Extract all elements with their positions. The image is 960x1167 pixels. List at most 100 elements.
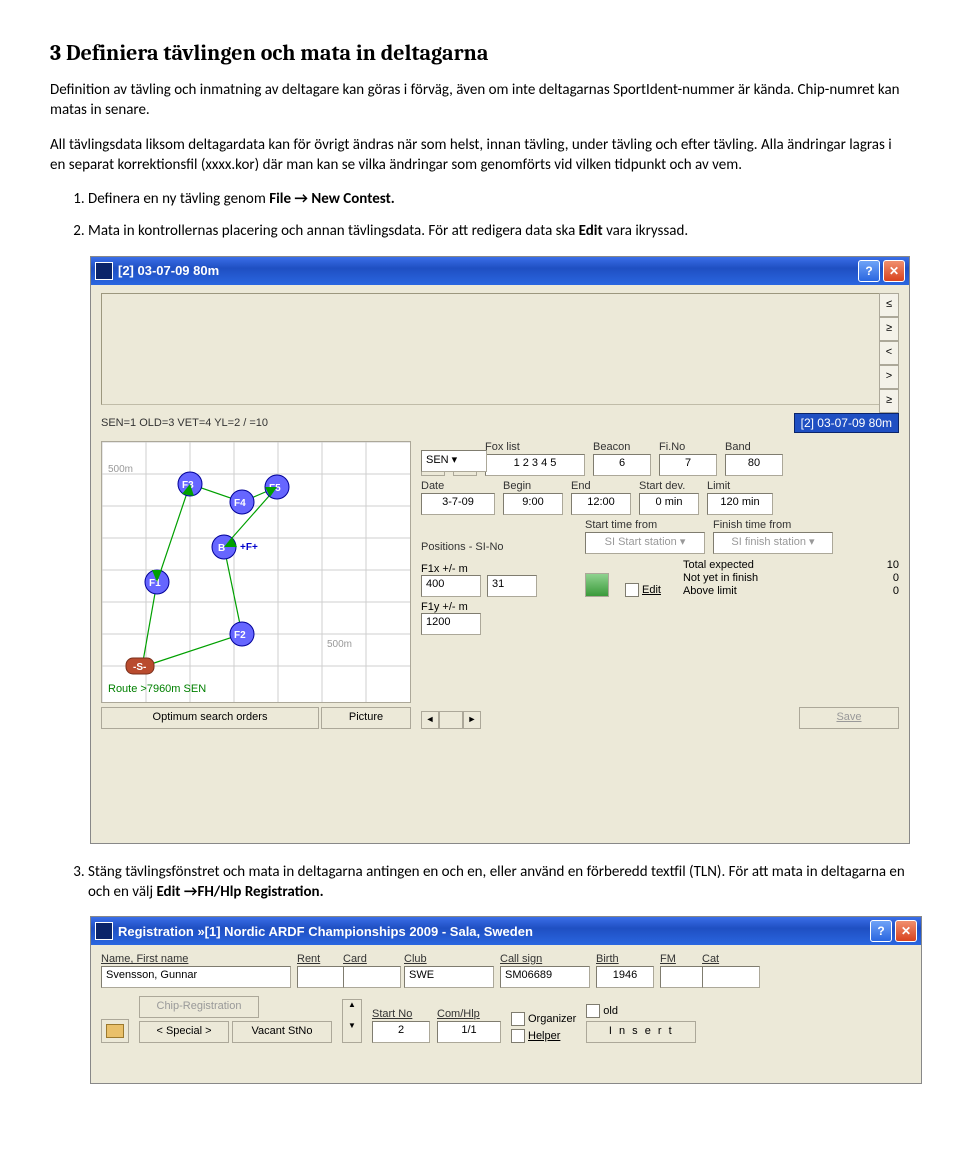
club-label: Club bbox=[404, 953, 494, 965]
beacon-field[interactable]: 6 bbox=[593, 454, 651, 476]
fm-label: FM bbox=[660, 953, 696, 965]
startdev-label: Start dev. bbox=[639, 480, 699, 492]
optimum-search-button[interactable]: Optimum search orders bbox=[101, 707, 319, 729]
stat1-label: Total expected bbox=[683, 559, 754, 571]
stat3-label: Above limit bbox=[683, 585, 737, 597]
step-3: Stäng tävlingsfönstret och mata in delta… bbox=[88, 862, 910, 903]
contest-dialog: [2] 03-07-09 80m ? ✕ ≤ ≥ < > ≥ SEN=1 OLD… bbox=[90, 256, 910, 844]
name-label: Name, First name bbox=[101, 953, 291, 965]
startno-field[interactable]: 2 bbox=[372, 1021, 430, 1043]
svg-text:+F+: +F+ bbox=[240, 542, 258, 553]
step-2: Mata in kontrollernas placering och anna… bbox=[88, 221, 910, 241]
finishfrom-field: SI finish station ▾ bbox=[713, 532, 833, 554]
f1x-b-field[interactable]: 31 bbox=[487, 575, 537, 597]
close-button[interactable]: ✕ bbox=[883, 260, 905, 282]
birth-field[interactable]: 1946 bbox=[596, 966, 654, 988]
startdev-field[interactable]: 0 min bbox=[639, 493, 699, 515]
begin-label: Begin bbox=[503, 480, 563, 492]
cat-label: Cat bbox=[702, 953, 746, 965]
startfrom-field: SI Start station ▾ bbox=[585, 532, 705, 554]
stat2-label: Not yet in finish bbox=[683, 572, 758, 584]
special-button[interactable]: < Special > bbox=[139, 1021, 229, 1043]
step-1: Definera en ny tävling genom File → New … bbox=[88, 189, 910, 209]
comhlp-label: Com/Hlp bbox=[437, 1008, 501, 1020]
reg-title: Registration »[1] Nordic ARDF Championsh… bbox=[118, 924, 533, 939]
close-button[interactable]: ✕ bbox=[895, 920, 917, 942]
svg-text:F4: F4 bbox=[234, 498, 246, 509]
old-checkbox[interactable]: old bbox=[586, 1004, 696, 1018]
vacant-button[interactable]: Vacant StNo bbox=[232, 1021, 332, 1043]
band-label: Band bbox=[725, 441, 783, 453]
side-btn-3[interactable]: > bbox=[879, 365, 899, 389]
svg-text:500m: 500m bbox=[327, 639, 352, 650]
f1y-label: F1y +/- m bbox=[421, 601, 577, 613]
rent-label: Rent bbox=[297, 953, 337, 965]
call-label: Call sign bbox=[500, 953, 590, 965]
equation-label: SEN=1 OLD=3 VET=4 YL=2 / =10 bbox=[101, 417, 268, 429]
spinner[interactable]: ▲▼ bbox=[342, 999, 362, 1043]
help-button[interactable]: ? bbox=[858, 260, 880, 282]
name-field[interactable]: Svensson, Gunnar bbox=[101, 966, 291, 988]
svg-text:B: B bbox=[218, 543, 225, 554]
side-button-column: ≤ ≥ < > ≥ bbox=[879, 293, 899, 413]
beacon-label: Beacon bbox=[593, 441, 651, 453]
app-icon bbox=[95, 262, 113, 280]
call-field[interactable]: SM06689 bbox=[500, 966, 590, 988]
insert-button[interactable]: I n s e r t bbox=[586, 1021, 696, 1043]
fino-label: Fi.No bbox=[659, 441, 717, 453]
fino-field[interactable]: 7 bbox=[659, 454, 717, 476]
foxlist-label: Fox list bbox=[485, 441, 585, 453]
f1x-a-field[interactable]: 400 bbox=[421, 575, 481, 597]
card-field[interactable] bbox=[343, 966, 401, 988]
top-list-area bbox=[101, 293, 899, 405]
side-btn-2[interactable]: < bbox=[879, 341, 899, 365]
paragraph-1: Definition av tävling och inmatning av d… bbox=[50, 80, 910, 121]
stat1-value: 10 bbox=[887, 559, 899, 571]
save-button: Save bbox=[799, 707, 899, 729]
side-btn-4[interactable]: ≥ bbox=[879, 389, 899, 413]
club-field[interactable]: SWE bbox=[404, 966, 494, 988]
open-file-button[interactable] bbox=[101, 1019, 129, 1043]
side-btn-1[interactable]: ≥ bbox=[879, 317, 899, 341]
helper-checkbox[interactable]: Helper bbox=[511, 1029, 576, 1043]
f1y-a-field[interactable]: 1200 bbox=[421, 613, 481, 635]
positions-label: Positions - SI-No bbox=[421, 541, 577, 553]
date-field[interactable]: 3-7-09 bbox=[421, 493, 495, 515]
app-icon bbox=[95, 922, 113, 940]
edit-checkbox[interactable]: Edit bbox=[625, 583, 661, 597]
limit-label: Limit bbox=[707, 480, 773, 492]
reg-titlebar: Registration »[1] Nordic ARDF Championsh… bbox=[91, 917, 921, 945]
chip-reg-button: Chip-Registration bbox=[139, 996, 259, 1018]
route-text: Route >7960m SEN bbox=[108, 683, 206, 695]
sen-dropdown[interactable]: SEN ▾ bbox=[421, 450, 487, 472]
startfrom-label: Start time from bbox=[585, 519, 705, 531]
band-field[interactable]: 80 bbox=[725, 454, 783, 476]
organizer-checkbox[interactable]: Organizer bbox=[511, 1012, 576, 1026]
svg-text:500m: 500m bbox=[108, 464, 133, 475]
fox-map: 500m 500m -S- F1 F3 F4 F5 B +F+ F2 Route… bbox=[101, 441, 411, 703]
registration-dialog: Registration »[1] Nordic ARDF Championsh… bbox=[90, 916, 922, 1084]
begin-field[interactable]: 9:00 bbox=[503, 493, 563, 515]
end-field[interactable]: 12:00 bbox=[571, 493, 631, 515]
foxlist-field[interactable]: 1 2 3 4 5 bbox=[485, 454, 585, 476]
h-scroll[interactable]: ◄► bbox=[421, 711, 481, 729]
paragraph-2: All tävlingsdata liksom deltagardata kan… bbox=[50, 135, 910, 176]
f1x-label: F1x +/- m bbox=[421, 563, 577, 575]
contest-selector[interactable]: [2] 03-07-09 80m bbox=[794, 413, 899, 433]
stat3-value: 0 bbox=[893, 585, 899, 597]
cat-field[interactable] bbox=[702, 966, 760, 988]
svg-text:F1: F1 bbox=[149, 578, 161, 589]
comhlp-field[interactable]: 1/1 bbox=[437, 1021, 501, 1043]
picture-button[interactable]: Picture bbox=[321, 707, 411, 729]
startno-label: Start No bbox=[372, 1008, 427, 1020]
contest-titlebar: [2] 03-07-09 80m ? ✕ bbox=[91, 257, 909, 285]
section-heading: 3 Definiera tävlingen och mata in deltag… bbox=[50, 40, 910, 66]
map-icon[interactable] bbox=[585, 573, 609, 597]
limit-field[interactable]: 120 min bbox=[707, 493, 773, 515]
side-btn-0[interactable]: ≤ bbox=[879, 293, 899, 317]
svg-text:F2: F2 bbox=[234, 630, 246, 641]
window-title: [2] 03-07-09 80m bbox=[118, 263, 219, 278]
help-button[interactable]: ? bbox=[870, 920, 892, 942]
birth-label: Birth bbox=[596, 953, 654, 965]
finishfrom-label: Finish time from bbox=[713, 519, 833, 531]
